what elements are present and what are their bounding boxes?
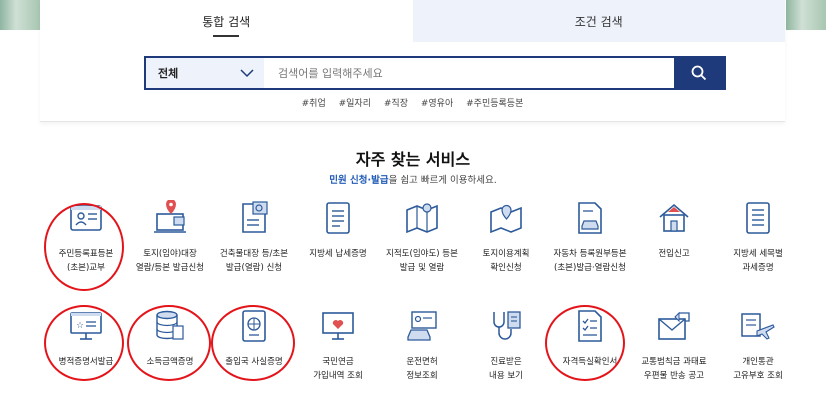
search-input[interactable]: [264, 58, 674, 88]
service-label: 토지이용계획 확인신청: [482, 249, 530, 273]
section-title: 자주 찾는 서비스: [355, 150, 471, 169]
service-item[interactable]: 운전면허 정보조회: [380, 306, 464, 383]
service-grid-row-1: 주민등록표등본 (초본)교부 토지(임야)대장 열람/등본 발급신청 건축물대장…: [44, 198, 804, 275]
medical-record-icon: [486, 306, 526, 346]
service-label: 병적증명서발급: [58, 357, 114, 367]
move-in-icon: [654, 198, 694, 238]
tag-link[interactable]: #영유아: [421, 99, 453, 109]
service-item[interactable]: 자동차 등록원부등본 (초본)발급·열람신청: [548, 198, 632, 275]
service-item[interactable]: 자격득실확인서: [548, 306, 632, 383]
service-label: 토지(임야)대장 열람/등본 발급신청: [135, 249, 205, 273]
pension-icon: [318, 306, 358, 346]
income-coins-icon: [150, 306, 190, 346]
tax-doc-icon: [318, 198, 358, 238]
service-item[interactable]: 토지이용계획 확인신청: [464, 198, 548, 275]
subtitle-highlight: 민원 신청·발급: [329, 175, 389, 186]
service-item[interactable]: 주민등록표등본 (초본)교부: [44, 198, 128, 275]
passport-icon: [234, 306, 274, 346]
service-item[interactable]: 토지(임야)대장 열람/등본 발급신청: [128, 198, 212, 275]
service-item[interactable]: 소득금액증명: [128, 306, 212, 383]
service-item[interactable]: 교통범칙금 과태료 우편물 반송 공고: [632, 306, 716, 383]
land-map-icon: [150, 198, 190, 238]
tab-integrated-search[interactable]: 통합 검색: [40, 0, 413, 42]
tag-link[interactable]: #취업: [302, 99, 326, 109]
tax-cert-icon: [738, 198, 778, 238]
service-label: 주민등록표등본 (초본)교부: [58, 249, 114, 273]
driver-license-icon: [402, 306, 442, 346]
military-monitor-icon: ☆: [66, 306, 106, 346]
service-label: 지방세 세목별 과세증명: [733, 249, 783, 273]
search-button[interactable]: [674, 58, 724, 88]
service-item[interactable]: 전입신고: [632, 198, 716, 275]
search-scope-select[interactable]: 전체: [146, 58, 264, 88]
service-label: 진료받은 내용 보기: [489, 357, 523, 381]
service-item[interactable]: 개인통관 고유부호 조회: [716, 306, 800, 383]
service-label: 운전면허 정보조회: [406, 357, 438, 381]
tab-label: 조건 검색: [574, 14, 623, 29]
service-item[interactable]: ☆ 병적증명서발급: [44, 306, 128, 383]
building-doc-icon: [234, 198, 274, 238]
qualification-doc-icon: [570, 306, 610, 346]
service-label: 소득금액증명: [146, 357, 194, 367]
tab-label: 통합 검색: [202, 14, 251, 29]
cadastral-map-icon: [402, 198, 442, 238]
service-item[interactable]: 지방세 세목별 과세증명: [716, 198, 800, 275]
customs-plane-icon: [738, 306, 778, 346]
service-label: 자격득실확인서: [562, 357, 618, 367]
tag-link[interactable]: #주민등록등본: [466, 99, 523, 109]
section-subtitle: 민원 신청·발급을 쉽고 빠르게 이용하세요.: [0, 172, 826, 186]
subtitle-text: 을 쉽고 빠르게 이용하세요.: [388, 175, 497, 186]
svg-text:☆: ☆: [76, 321, 84, 331]
background-banner-left: [0, 0, 40, 30]
service-label: 지적도(임야도) 등본 발급 및 열람: [386, 249, 458, 273]
service-grid-row-2: ☆ 병적증명서발급 소득금액증명 출입국 사실증명 국민연금 가입내역 조회 운…: [44, 306, 804, 383]
car-register-icon: [570, 198, 610, 238]
service-label: 출입국 사실증명: [225, 357, 283, 367]
active-tab-indicator: [213, 35, 240, 37]
popular-tags: #취업 #일자리 #직장 #영유아 #주민등록등본: [40, 96, 785, 109]
tab-condition-search[interactable]: 조건 검색: [412, 0, 785, 42]
service-label: 전입신고: [658, 249, 690, 259]
service-label: 교통범칙금 과태료 우편물 반송 공고: [641, 357, 707, 381]
service-label: 국민연금 가입내역 조회: [313, 357, 363, 381]
service-item[interactable]: 건축물대장 등/초본 발급(열람) 신청: [212, 198, 296, 275]
service-label: 건축물대장 등/초본 발급(열람) 신청: [219, 249, 289, 273]
search-bar: 전체: [144, 56, 726, 90]
service-item[interactable]: 국민연금 가입내역 조회: [296, 306, 380, 383]
service-item[interactable]: 지방세 납세증명: [296, 198, 380, 275]
search-tabs: 통합 검색 조건 검색: [40, 0, 785, 42]
service-label: 개인통관 고유부호 조회: [733, 357, 783, 381]
tag-link[interactable]: #직장: [384, 99, 408, 109]
service-label: 자동차 등록원부등본 (초본)발급·열람신청: [553, 249, 627, 273]
search-panel: 통합 검색 조건 검색 전체 #취업 #일자리 #직장 #영유아 #주민등록등본: [40, 0, 785, 122]
land-plan-icon: [486, 198, 526, 238]
resident-card-icon: [66, 198, 106, 238]
service-item[interactable]: 출입국 사실증명: [212, 306, 296, 383]
service-label: 지방세 납세증명: [309, 249, 367, 259]
scope-value: 전체: [158, 67, 179, 80]
service-item[interactable]: 지적도(임야도) 등본 발급 및 열람: [380, 198, 464, 275]
traffic-fine-mail-icon: [654, 306, 694, 346]
background-banner-right: [786, 0, 826, 30]
chevron-down-icon: [240, 69, 254, 78]
service-item[interactable]: 진료받은 내용 보기: [464, 306, 548, 383]
search-icon: [691, 65, 707, 81]
tag-link[interactable]: #일자리: [339, 99, 371, 109]
